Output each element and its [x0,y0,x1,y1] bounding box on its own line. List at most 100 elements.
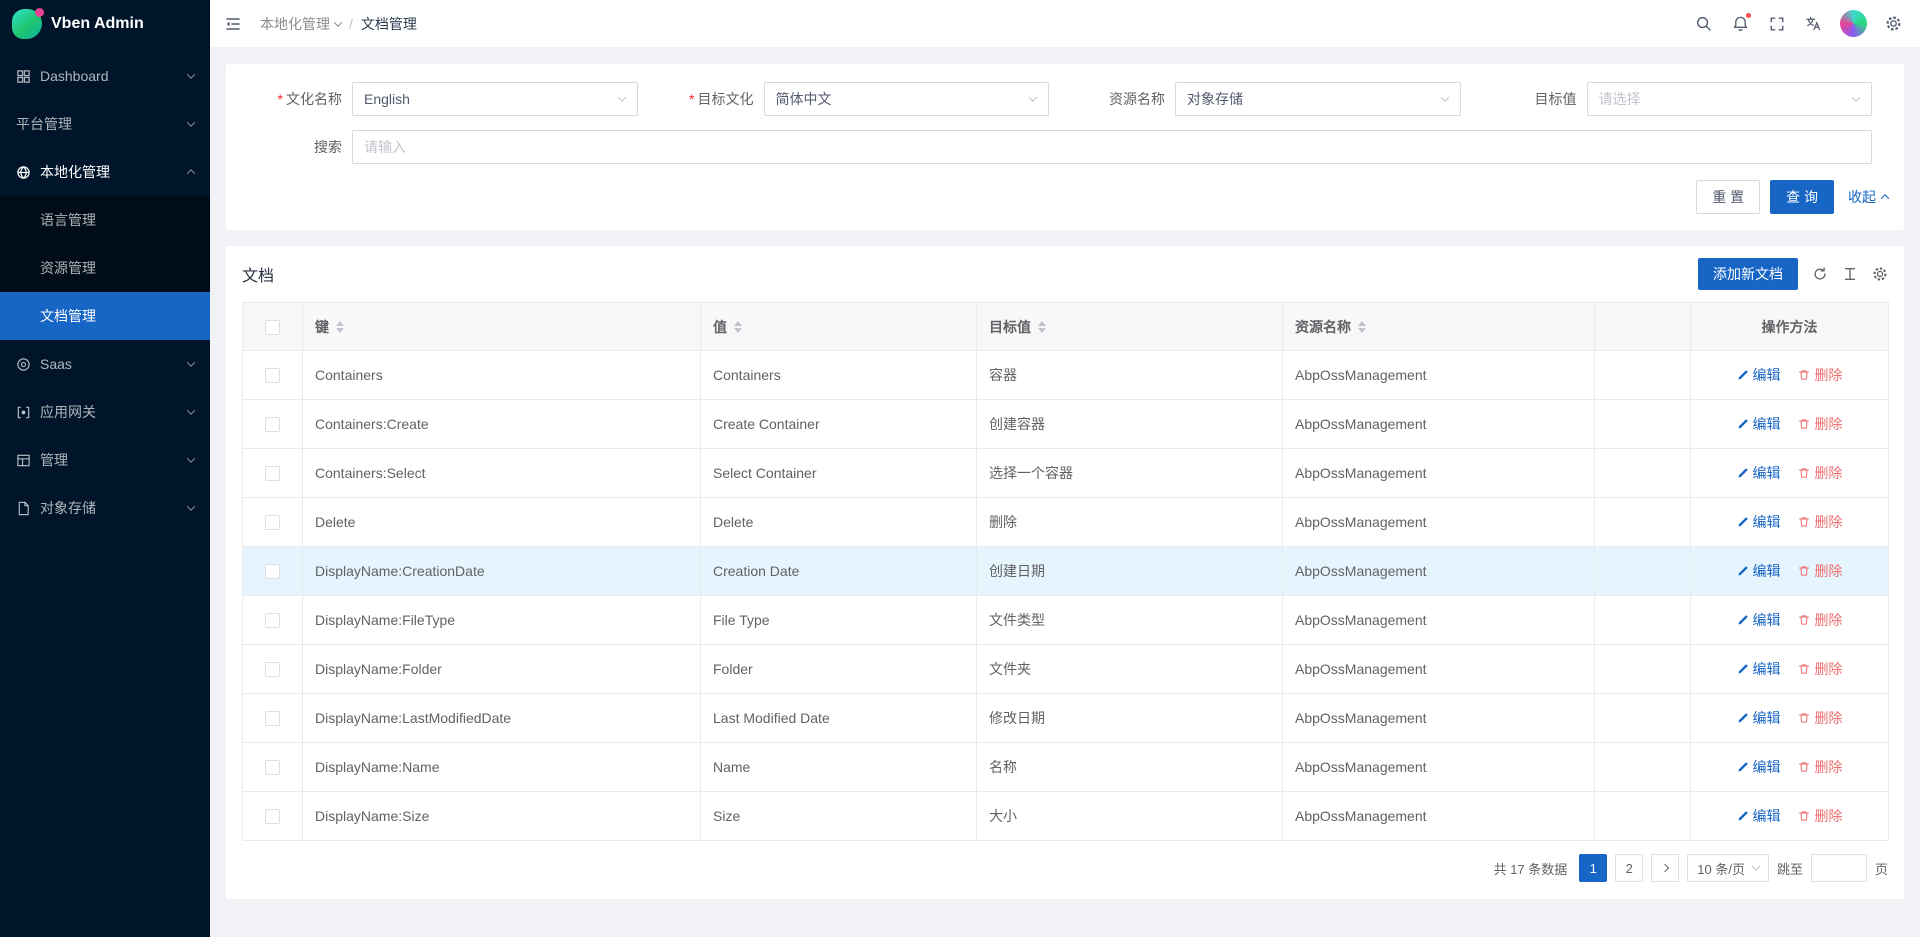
row-checkbox[interactable] [265,515,280,530]
breadcrumb-parent[interactable]: 本地化管理 [260,14,341,34]
column-header-key[interactable]: 键 [303,303,701,351]
collapse-link[interactable]: 收起 [1848,187,1888,207]
sort-icons[interactable] [336,321,344,333]
table-row[interactable]: DisplayName:Folder Folder 文件夹 AbpOssMana… [243,645,1889,694]
row-checkbox[interactable] [265,760,280,775]
edit-link[interactable]: 编辑 [1737,708,1781,728]
sidebar-item-dashboard[interactable]: Dashboard [0,52,210,100]
delete-link[interactable]: 删除 [1798,463,1842,483]
delete-link[interactable]: 删除 [1798,512,1842,532]
row-height-icon[interactable] [1842,266,1858,282]
target-value-select[interactable]: 请选择 [1587,82,1873,116]
query-button[interactable]: 查 询 [1770,180,1834,214]
chevron-down-icon [334,18,342,26]
row-checkbox-cell [243,694,303,743]
table-row[interactable]: DisplayName:FileType File Type 文件类型 AbpO… [243,596,1889,645]
sidebar-item-object-storage[interactable]: 对象存储 [0,484,210,532]
reset-button[interactable]: 重 置 [1696,180,1760,214]
cell-value: Creation Date [701,547,977,596]
sort-icons[interactable] [1038,321,1046,333]
edit-link[interactable]: 编辑 [1737,463,1781,483]
next-page-button[interactable] [1651,854,1679,882]
avatar[interactable] [1840,10,1867,37]
row-checkbox[interactable] [265,564,280,579]
column-header-target-value[interactable]: 目标值 [977,303,1283,351]
table-row[interactable]: DisplayName:CreationDate Creation Date 创… [243,547,1889,596]
pencil-icon [1737,516,1749,528]
sidebar-subitem-label: 文档管理 [40,306,96,326]
select-all-checkbox[interactable] [265,320,280,335]
sidebar-item-label: 平台管理 [16,114,72,134]
row-checkbox[interactable] [265,711,280,726]
resource-name-select[interactable]: 对象存储 [1175,82,1461,116]
search-icon[interactable] [1693,13,1714,34]
delete-link[interactable]: 删除 [1798,806,1842,826]
refresh-icon[interactable] [1812,266,1828,282]
page-button-2[interactable]: 2 [1615,854,1643,882]
row-checkbox[interactable] [265,417,280,432]
column-header-resource-name[interactable]: 资源名称 [1283,303,1595,351]
sidebar-item-app-gateway[interactable]: 应用网关 [0,388,210,436]
sidebar-item-resource-management[interactable]: 资源管理 [0,244,210,292]
jump-page-input[interactable] [1811,854,1867,882]
caret-up-icon [1358,321,1366,326]
chevron-down-icon [1852,93,1860,101]
edit-link[interactable]: 编辑 [1737,757,1781,777]
sidebar-item-document-management[interactable]: 文档管理 [0,292,210,340]
row-checkbox[interactable] [265,613,280,628]
delete-link[interactable]: 删除 [1798,610,1842,630]
row-checkbox[interactable] [265,466,280,481]
edit-link[interactable]: 编辑 [1737,806,1781,826]
table-row[interactable]: DisplayName:Size Size 大小 AbpOssManagemen… [243,792,1889,841]
sidebar-item-platform-management[interactable]: 平台管理 [0,100,210,148]
column-header-value[interactable]: 值 [701,303,977,351]
culture-name-select[interactable]: English [352,82,638,116]
edit-link[interactable]: 编辑 [1737,512,1781,532]
sort-icons[interactable] [1358,321,1366,333]
delete-link[interactable]: 删除 [1798,708,1842,728]
edit-link[interactable]: 编辑 [1737,561,1781,581]
add-document-button[interactable]: 添加新文档 [1698,258,1798,290]
delete-link[interactable]: 删除 [1798,414,1842,434]
logo[interactable]: Vben Admin [0,0,210,48]
sort-icons[interactable] [734,321,742,333]
gear-icon[interactable] [1883,13,1904,34]
table-row[interactable]: Delete Delete 删除 AbpOssManagement 编辑 删除 [243,498,1889,547]
delete-link[interactable]: 删除 [1798,365,1842,385]
table-row[interactable]: DisplayName:Name Name 名称 AbpOssManagemen… [243,743,1889,792]
delete-link[interactable]: 删除 [1798,561,1842,581]
row-checkbox[interactable] [265,368,280,383]
cell-value: Create Container [701,400,977,449]
search-input[interactable] [352,130,1872,164]
edit-link[interactable]: 编辑 [1737,610,1781,630]
table-row[interactable]: Containers:Select Select Container 选择一个容… [243,449,1889,498]
page-size-select[interactable]: 10 条/页 [1687,854,1769,882]
notification-badge [1745,12,1752,19]
sidebar-item-label: 对象存储 [40,498,96,518]
translate-icon[interactable] [1803,13,1824,34]
notification-bell-icon[interactable] [1730,13,1751,34]
menu-fold-icon[interactable] [220,11,246,37]
cell-value: Last Modified Date [701,694,977,743]
delete-link[interactable]: 删除 [1798,757,1842,777]
edit-link[interactable]: 编辑 [1737,414,1781,434]
row-checkbox[interactable] [265,809,280,824]
sidebar-item-language-management[interactable]: 语言管理 [0,196,210,244]
sidebar-item-saas[interactable]: Saas [0,340,210,388]
row-checkbox[interactable] [265,662,280,677]
filler-cell [1595,596,1691,645]
filler-cell [1595,400,1691,449]
edit-link[interactable]: 编辑 [1737,659,1781,679]
column-settings-gear-icon[interactable] [1872,266,1888,282]
trash-icon [1798,712,1810,724]
target-culture-select[interactable]: 简体中文 [764,82,1050,116]
table-row[interactable]: Containers Containers 容器 AbpOssManagemen… [243,351,1889,400]
table-row[interactable]: DisplayName:LastModifiedDate Last Modifi… [243,694,1889,743]
delete-link[interactable]: 删除 [1798,659,1842,679]
page-button-1[interactable]: 1 [1579,854,1607,882]
table-row[interactable]: Containers:Create Create Container 创建容器 … [243,400,1889,449]
edit-link[interactable]: 编辑 [1737,365,1781,385]
fullscreen-icon[interactable] [1767,14,1787,34]
sidebar-item-localization-management[interactable]: 本地化管理 [0,148,210,196]
sidebar-item-management[interactable]: 管理 [0,436,210,484]
